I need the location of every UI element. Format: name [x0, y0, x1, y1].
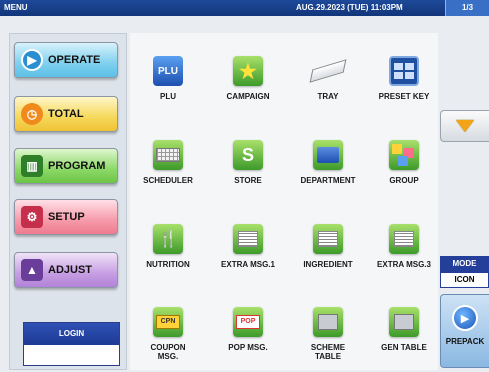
prepack-label: PREPACK	[445, 337, 485, 346]
down-arrow-icon	[456, 120, 474, 132]
tile-label: SCHEME TABLE	[310, 343, 346, 361]
book-icon: ▥	[21, 155, 43, 177]
program-button[interactable]: ▥ PROGRAM	[14, 148, 118, 184]
plu-icon-text: PLU	[158, 65, 178, 77]
tile-label: SCHEDULER	[143, 176, 193, 185]
tile-extra-msg-3[interactable]: EXTRA MSG.3	[366, 218, 442, 286]
tile-pop-msg[interactable]: POP POP MSG.	[210, 301, 286, 369]
play-icon: ▶	[21, 49, 43, 71]
tile-scheme-table[interactable]: SCHEME TABLE	[290, 301, 366, 369]
login-box[interactable]: LOGIN	[23, 322, 120, 366]
login-field[interactable]	[24, 345, 119, 365]
message-icon	[313, 224, 343, 254]
play-icon: ▶	[452, 305, 478, 331]
tile-label: POP MSG.	[228, 343, 268, 352]
tile-label: NUTRITION	[146, 260, 190, 269]
tile-label: DEPARTMENT	[300, 176, 356, 185]
pop-icon-text: POP	[240, 318, 256, 325]
gen-table-icon	[389, 307, 419, 337]
scroll-down-button[interactable]	[440, 110, 489, 142]
star-icon: ★	[233, 56, 263, 86]
tile-coupon-msg[interactable]: CPN COUPON MSG.	[130, 301, 206, 369]
scheme-table-icon	[313, 307, 343, 337]
tile-label: STORE	[234, 176, 262, 185]
operate-label: OPERATE	[48, 54, 101, 66]
tile-gen-table[interactable]: GEN TABLE	[366, 301, 442, 369]
login-label: LOGIN	[24, 323, 119, 345]
clock-icon: ◷	[21, 103, 43, 125]
tile-label: PRESET KEY	[378, 92, 430, 101]
plu-icon: PLU	[153, 56, 183, 86]
menu-grid: PLU PLU ★ CAMPAIGN TRAY PRESET KEY SCHED…	[130, 33, 438, 370]
tile-label: PLU	[160, 92, 176, 101]
tile-store[interactable]: S STORE	[210, 134, 286, 202]
tile-scheduler[interactable]: SCHEDULER	[130, 134, 206, 202]
menu-title: MENU	[4, 3, 28, 12]
tile-campaign[interactable]: ★ CAMPAIGN	[210, 50, 286, 118]
tile-label: COUPON MSG.	[150, 343, 186, 361]
total-button[interactable]: ◷ TOTAL	[14, 96, 118, 132]
adjust-label: ADJUST	[48, 264, 93, 276]
tile-group[interactable]: GROUP	[366, 134, 442, 202]
wrench-icon: ⚙	[21, 206, 43, 228]
group-icon	[389, 140, 419, 170]
pop-icon: POP	[233, 307, 263, 337]
tile-ingredient[interactable]: INGREDIENT	[290, 218, 366, 286]
tile-label: EXTRA MSG.3	[377, 260, 431, 269]
adjust-button[interactable]: ▲ ADJUST	[14, 252, 118, 288]
program-label: PROGRAM	[48, 160, 106, 172]
message-icon	[233, 224, 263, 254]
setup-button[interactable]: ⚙ SETUP	[14, 199, 118, 235]
datetime-display: AUG.29.2023 (TUE) 11:03PM	[296, 3, 403, 12]
message-icon	[389, 224, 419, 254]
mode-label: MODE	[440, 256, 489, 272]
operate-button[interactable]: ▶ OPERATE	[14, 42, 118, 78]
tile-label: EXTRA MSG.1	[221, 260, 275, 269]
keyboard-icon	[153, 140, 183, 170]
tile-label: CAMPAIGN	[226, 92, 270, 101]
store-icon: S	[233, 140, 263, 170]
tile-label: GEN TABLE	[381, 343, 427, 352]
title-bar: MENU AUG.29.2023 (TUE) 11:03PM 1/3	[0, 0, 489, 16]
adjust-triangle-icon: ▲	[21, 259, 43, 281]
tile-department[interactable]: DEPARTMENT	[290, 134, 366, 202]
coupon-icon-text: CPN	[160, 318, 176, 325]
tray-icon	[309, 56, 347, 86]
mode-value: ICON	[440, 272, 489, 288]
tile-nutrition[interactable]: 🍴 NUTRITION	[130, 218, 206, 286]
tile-extra-msg-1[interactable]: EXTRA MSG.1	[210, 218, 286, 286]
setup-label: SETUP	[48, 211, 85, 223]
preset-key-icon	[389, 56, 419, 86]
tile-label: TRAY	[317, 92, 339, 101]
mode-indicator[interactable]: MODE ICON	[440, 256, 489, 288]
total-label: TOTAL	[48, 108, 84, 120]
utensils-icon: 🍴	[153, 224, 183, 254]
page-indicator: 1/3	[445, 0, 489, 16]
tile-label: GROUP	[389, 176, 419, 185]
folder-icon	[313, 140, 343, 170]
prepack-button[interactable]: ▶ PREPACK	[440, 294, 489, 368]
tile-plu[interactable]: PLU PLU	[130, 50, 206, 118]
tile-tray[interactable]: TRAY	[290, 50, 366, 118]
coupon-icon: CPN	[153, 307, 183, 337]
tile-preset-key[interactable]: PRESET KEY	[366, 50, 442, 118]
tile-label: INGREDIENT	[303, 260, 353, 269]
